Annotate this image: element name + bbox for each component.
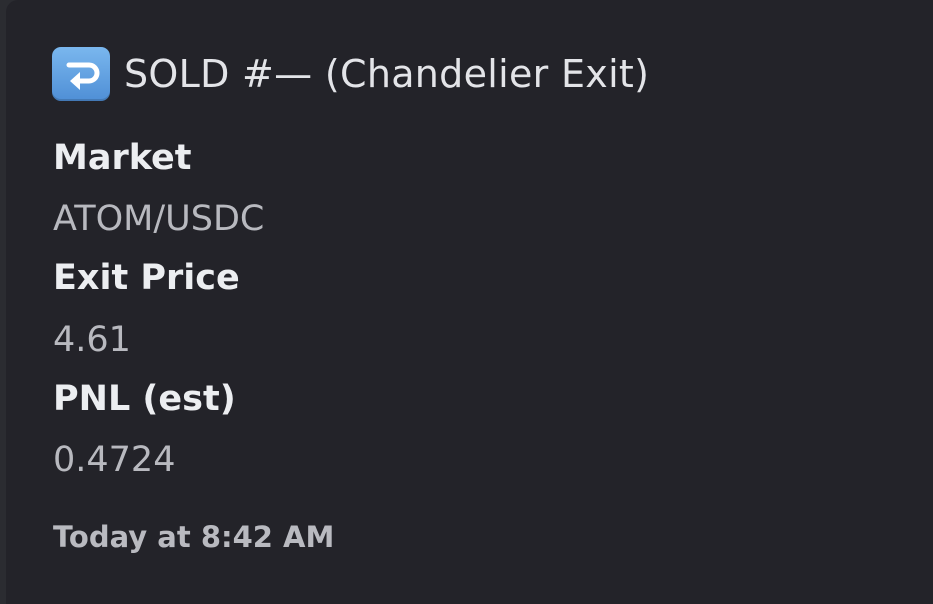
- return-arrow-icon: [52, 47, 110, 101]
- discord-message: SOLD #— (Chandelier Exit) Market ATOM/US…: [0, 0, 933, 604]
- field-name-market: Market: [53, 138, 192, 178]
- field-value-pnl: 0.4724: [53, 440, 176, 480]
- field-value-market: ATOM/USDC: [53, 199, 265, 239]
- embed-title-row: SOLD #— (Chandelier Exit): [52, 46, 649, 102]
- embed-timestamp: Today at 8:42 AM: [53, 520, 335, 554]
- field-value-exit-price: 4.61: [53, 320, 131, 360]
- embed-title: SOLD #— (Chandelier Exit): [124, 52, 650, 96]
- field-name-exit-price: Exit Price: [53, 258, 240, 298]
- field-name-pnl: PNL (est): [53, 379, 236, 419]
